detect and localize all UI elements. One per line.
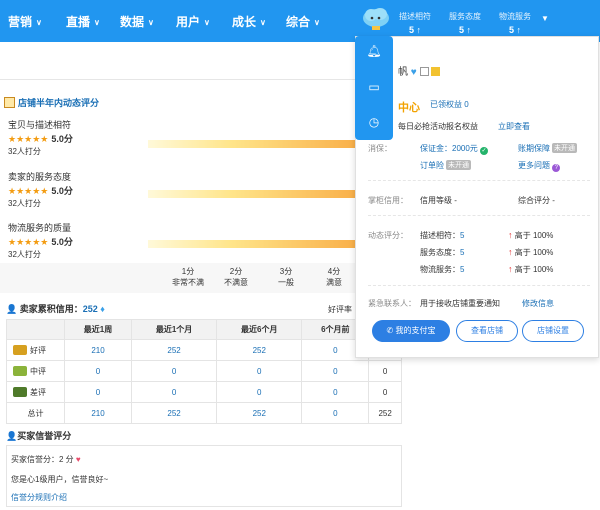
buyer-credit-box: 买家信誉分：2 分 ♥ 您是心1级用户，信誉良好~ 信誉分规则介绍 (6, 445, 402, 507)
account-protect[interactable]: 账期保障 未开通 (518, 143, 577, 154)
neutral-rating-icon (13, 365, 27, 376)
clock-icon[interactable]: ◷ (365, 113, 383, 131)
heart-badge-icon: ♥ (410, 67, 417, 78)
diamond-icon: ♦ (100, 304, 105, 314)
rating-count: 32人打分 (8, 250, 41, 259)
buyer-desc: 您是心1级用户，信誉良好~ (11, 475, 109, 484)
claim-now-link[interactable]: 立即查看 (498, 121, 530, 132)
dyn-row: 描述相符：5 (420, 231, 465, 240)
center-title: 中心 (398, 102, 420, 114)
rating-stars: ★★★★★ 5.0分 (8, 134, 73, 144)
table-row: 中评 0 0 0 0 0 (6, 360, 402, 382)
rating-bar (148, 140, 355, 148)
scale-1: 1分 非常不满 (172, 267, 204, 287)
chevron-down-icon: ∨ (260, 18, 266, 27)
table-header-row: 最近1周 最近1个月 最近6个月 6个月前 (6, 319, 402, 340)
shop-icon (4, 97, 15, 108)
rating-bar (148, 190, 355, 198)
nav-data[interactable]: 数据 ∨ (120, 13, 154, 30)
up-arrow-icon: ↑ (508, 230, 513, 240)
dropdown-caret-icon[interactable]: ▼ (541, 14, 549, 23)
buyer-credit-heading: 👤买家信誉评分 (6, 431, 72, 441)
metric-service: 服务态度 5 ↑ (449, 12, 481, 35)
modify-info-link[interactable]: 修改信息 (522, 298, 554, 309)
user-icon: 👤 (6, 431, 18, 441)
order-insurance[interactable]: 订单险 未开通 (420, 160, 471, 171)
rating-bar (148, 240, 355, 248)
rating-label-service: 卖家的服务态度 (8, 172, 72, 182)
dyn-compare: ↑ 高于 100% (508, 264, 554, 274)
bell-icon[interactable]: 🔔︎ (365, 42, 383, 60)
chevron-down-icon: ∨ (94, 18, 100, 27)
rating-count: 32人打分 (8, 147, 41, 156)
chevron-down-icon: ∨ (36, 18, 42, 27)
chat-icon[interactable]: ▭ (365, 78, 383, 96)
credit-label: 掌柜信用： (368, 196, 408, 205)
cloud-avatar-icon[interactable] (362, 6, 390, 32)
nav-general[interactable]: 综合 ∨ (286, 13, 320, 30)
daily-activity: 每日必抢活动报名权益 (398, 122, 478, 131)
seller-credit-heading: 👤 卖家累积信用：252 ♦ (6, 304, 105, 314)
claimed-benefits[interactable]: 已领权益 0 (430, 99, 469, 110)
table-row: 差评 0 0 0 0 0 (6, 381, 402, 403)
contact-label: 紧急联系人： (368, 299, 416, 308)
rating-label-description: 宝贝与描述相符 (8, 120, 72, 130)
divider (368, 180, 590, 181)
nav-marketing[interactable]: 营销 ∨ (8, 13, 42, 30)
divider (368, 215, 590, 216)
rating-section-title: 店铺半年内动态评分 (4, 96, 99, 109)
shop-name: 帆 ♥ (398, 63, 441, 78)
nav-users[interactable]: 用户 ∨ (176, 13, 210, 30)
good-rating-icon (13, 344, 27, 355)
dynamic-label: 动态评分： (368, 231, 408, 240)
chevron-down-icon: ∨ (314, 18, 320, 27)
shop-settings-button[interactable]: 店铺设置 (522, 320, 584, 342)
divider (368, 285, 590, 286)
rating-label-logistics: 物流服务的质量 (8, 223, 72, 233)
nav-growth[interactable]: 成长 ∨ (232, 13, 266, 30)
view-shop-button[interactable]: 查看店铺 (456, 320, 518, 342)
bad-rating-icon (13, 386, 27, 397)
buyer-score: 买家信誉分：2 分 ♥ (11, 455, 81, 464)
dyn-compare: ↑ 高于 100% (508, 247, 554, 257)
nav-live[interactable]: 直播 ∨ (66, 13, 100, 30)
scale-3: 3分 一般 (278, 267, 294, 287)
id-card-icon (419, 67, 429, 76)
user-icon: 👤 (6, 304, 18, 314)
metric-description: 描述相符 5 ↑ (399, 12, 431, 35)
consumer-label: 消保： (368, 144, 392, 153)
deposit-link[interactable]: 保证金：2000元 ✓ (420, 143, 489, 155)
heart-icon: ♥ (75, 455, 81, 464)
credit-level: 信用等级 - (420, 196, 457, 205)
shop-badge-icon (431, 67, 441, 76)
metric-logistics: 物流服务 5 ↑ (499, 12, 531, 35)
scale-4: 4分 满意 (326, 267, 342, 287)
rating-stars: ★★★★★ 5.0分 (8, 186, 73, 196)
more-issues-link[interactable]: 更多问题 ? (518, 160, 561, 172)
quick-actions-bar: 🔔︎ ▭ ◷ (355, 36, 393, 140)
credit-rules-link[interactable]: 信誉分规则介绍 (11, 492, 67, 503)
contact-text: 用于接收店铺重要通知 (420, 299, 500, 308)
table-row: 总计 210 252 252 0 252 (6, 402, 402, 424)
rating-count: 32人打分 (8, 199, 41, 208)
up-arrow-icon: ↑ (508, 247, 513, 257)
alipay-button[interactable]: ✆ 我的支付宝 (372, 320, 450, 342)
table-row: 好评 210 252 252 0 (6, 339, 402, 361)
check-icon: ✓ (480, 147, 489, 155)
rating-stars: ★★★★★ 5.0分 (8, 237, 73, 247)
reputation-table: 最近1周 最近1个月 最近6个月 6个月前 好评 210 252 252 0 中… (6, 319, 402, 424)
up-arrow-icon: ↑ (508, 264, 513, 274)
question-icon: ? (552, 164, 561, 172)
overall-score: 综合评分 - (518, 196, 555, 205)
dyn-row: 物流服务：5 (420, 265, 465, 274)
good-rate-label: 好评率 (328, 305, 352, 314)
chevron-down-icon: ∨ (204, 18, 210, 27)
scale-2: 2分 不满意 (224, 267, 248, 287)
dyn-row: 服务态度：5 (420, 248, 465, 257)
chevron-down-icon: ∨ (148, 18, 154, 27)
divider (0, 79, 355, 80)
dyn-compare: ↑ 高于 100% (508, 230, 554, 240)
